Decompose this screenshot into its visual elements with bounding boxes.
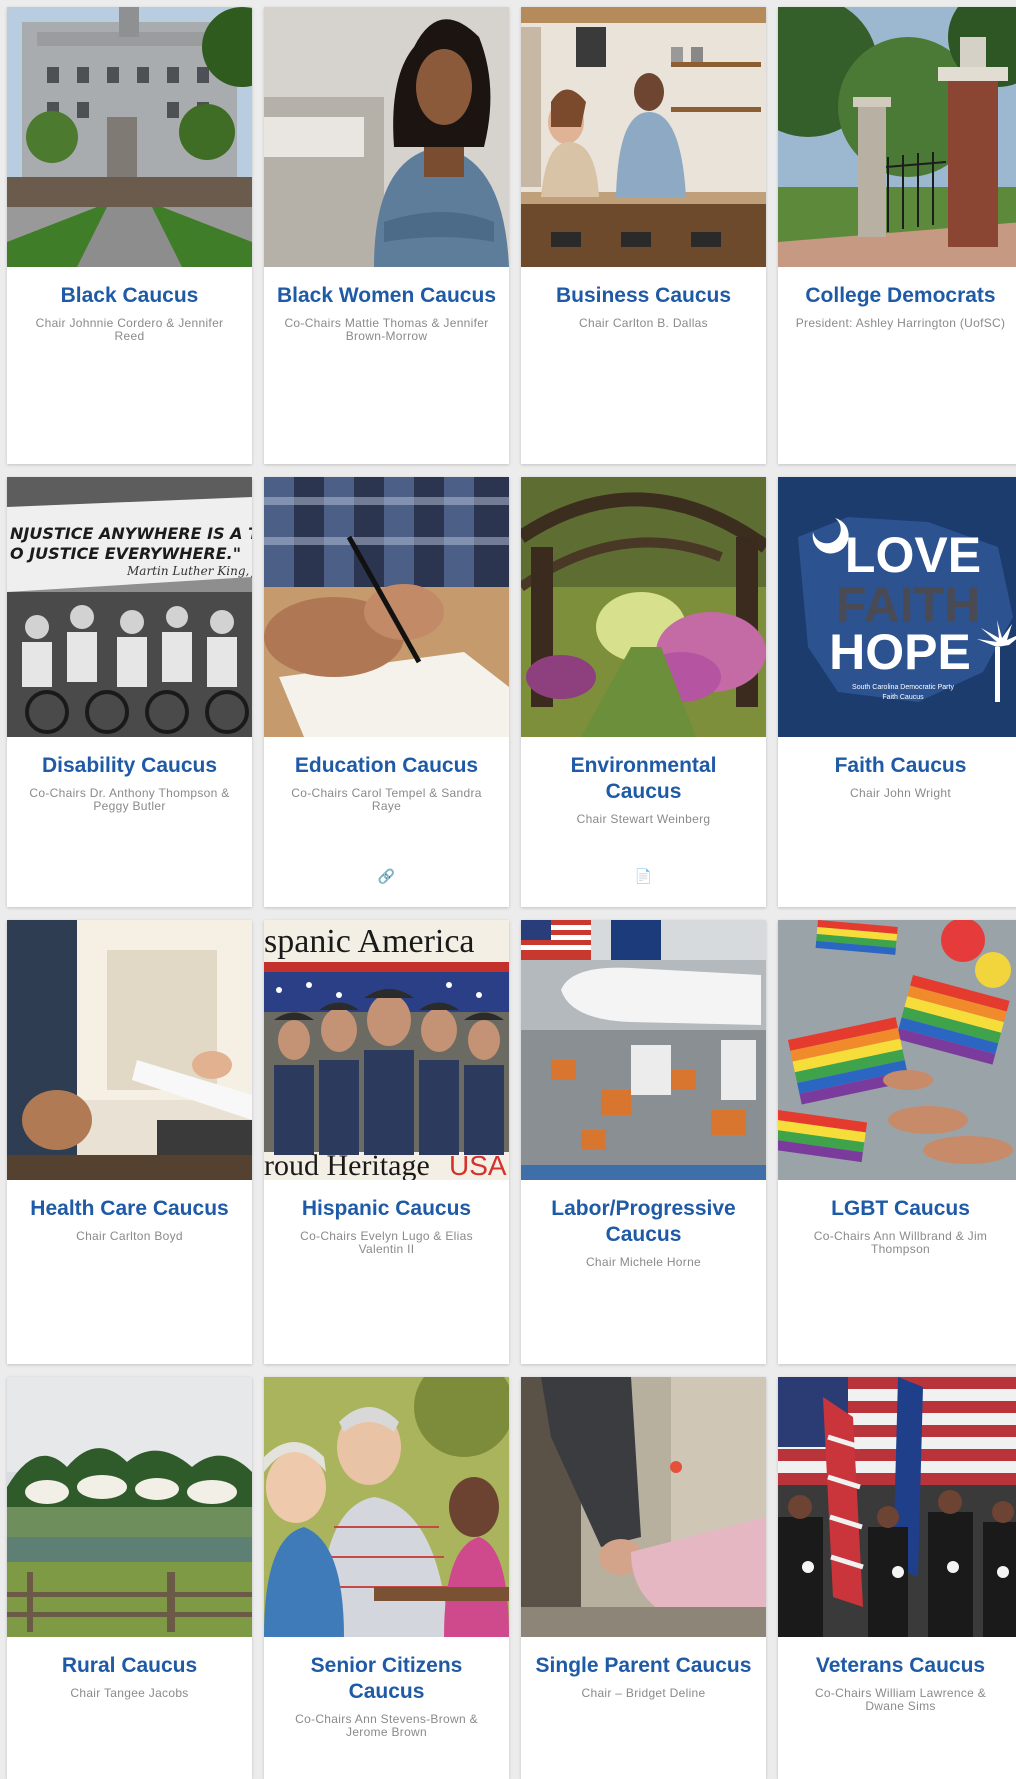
card-title[interactable]: Disability Caucus bbox=[17, 753, 242, 779]
card-title[interactable]: Education Caucus bbox=[274, 753, 499, 779]
stamp-bottom-text: roud Heritage bbox=[264, 1149, 430, 1180]
caucus-card[interactable]: spanic America roud Heritage USA Hispani… bbox=[264, 920, 509, 1364]
svg-text:NJUSTICE ANYWHERE IS A THREA: NJUSTICE ANYWHERE IS A THREA bbox=[10, 524, 252, 543]
svg-text:O JUSTICE EVERYWHERE.": O JUSTICE EVERYWHERE." bbox=[10, 544, 241, 563]
caucus-grid: Black Caucus Chair Johnnie Cordero & Jen… bbox=[0, 0, 1016, 1779]
caucus-card[interactable]: Senior Citizens Caucus Co-Chairs Ann Ste… bbox=[264, 1377, 509, 1779]
card-subtitle: Chair – Bridget Deline bbox=[581, 1686, 706, 1700]
rural-pond-photo bbox=[7, 1377, 252, 1637]
caucus-card[interactable]: Business Caucus Chair Carlton B. Dallas bbox=[521, 7, 766, 464]
hispanic-heritage-stamp: spanic America roud Heritage USA bbox=[264, 920, 509, 1180]
card-subtitle: Chair Carlton Boyd bbox=[76, 1229, 183, 1243]
card-subtitle: Co-Chairs Ann Stevens-Brown & Jerome Bro… bbox=[295, 1712, 478, 1739]
card-subtitle: Co-Chairs Carol Tempel & Sandra Raye bbox=[291, 786, 482, 813]
faith-caucus-logo: LOVE FAITH HOPE South Carolina Democrati… bbox=[778, 477, 1016, 737]
logo-hope-text: HOPE bbox=[829, 624, 971, 680]
caucus-card[interactable]: Black Women Caucus Co-Chairs Mattie Thom… bbox=[264, 7, 509, 464]
card-subtitle: Co-Chairs Dr. Anthony Thompson & Peggy B… bbox=[29, 786, 230, 813]
card-subtitle: Chair Johnnie Cordero & Jennifer Reed bbox=[35, 316, 224, 343]
card-title[interactable]: Faith Caucus bbox=[788, 753, 1013, 779]
card-title[interactable]: Labor/Progressive Caucus bbox=[531, 1196, 756, 1248]
caucus-card[interactable]: College Democrats President: Ashley Harr… bbox=[778, 7, 1016, 464]
caucus-card[interactable]: Rural Caucus Chair Tangee Jacobs bbox=[7, 1377, 252, 1779]
oak-alley-photo bbox=[521, 477, 766, 737]
state-house-photo bbox=[7, 7, 252, 267]
document-icon[interactable]: 📄 bbox=[521, 868, 766, 885]
card-subtitle: Co-Chairs Evelyn Lugo & Elias Valentin I… bbox=[300, 1229, 473, 1256]
logo-love-text: LOVE bbox=[845, 527, 981, 583]
pride-flags-photo bbox=[778, 920, 1016, 1180]
caucus-card[interactable]: Veterans Caucus Co-Chairs William Lawren… bbox=[778, 1377, 1016, 1779]
card-subtitle: Chair Tangee Jacobs bbox=[70, 1686, 189, 1700]
caucus-card[interactable]: Environmental Caucus Chair Stewart Weinb… bbox=[521, 477, 766, 907]
card-title[interactable]: Black Women Caucus bbox=[274, 283, 499, 309]
card-title[interactable]: Rural Caucus bbox=[17, 1653, 242, 1679]
stamp-top-text: spanic America bbox=[264, 923, 475, 960]
card-subtitle: Chair Carlton B. Dallas bbox=[579, 316, 708, 330]
card-subtitle: Chair Stewart Weinberg bbox=[576, 812, 711, 826]
card-title[interactable]: Veterans Caucus bbox=[788, 1653, 1013, 1679]
svg-text:Martin Luther King, Jr.: Martin Luther King, Jr. bbox=[126, 564, 252, 578]
health-consult-photo bbox=[7, 920, 252, 1180]
writing-notebook-photo bbox=[264, 477, 509, 737]
logo-line2: Faith Caucus bbox=[882, 694, 924, 701]
card-title[interactable]: Senior Citizens Caucus bbox=[274, 1653, 499, 1705]
card-subtitle: Co-Chairs Mattie Thomas & Jennifer Brown… bbox=[284, 316, 489, 343]
card-title[interactable]: LGBT Caucus bbox=[788, 1196, 1013, 1222]
card-subtitle: President: Ashley Harrington (UofSC) bbox=[795, 316, 1006, 330]
link-icon[interactable]: 🔗 bbox=[264, 868, 509, 885]
woman-portrait-photo bbox=[264, 7, 509, 267]
logo-line1: South Carolina Democratic Party bbox=[852, 684, 954, 691]
card-title[interactable]: Business Caucus bbox=[531, 283, 756, 309]
card-title[interactable]: Black Caucus bbox=[17, 283, 242, 309]
card-title[interactable]: Hispanic Caucus bbox=[274, 1196, 499, 1222]
caucus-card[interactable]: Single Parent Caucus Chair – Bridget Del… bbox=[521, 1377, 766, 1779]
civil-rights-march-photo: NJUSTICE ANYWHERE IS A THREA O JUSTICE E… bbox=[7, 477, 252, 737]
caucus-card[interactable]: Education Caucus Co-Chairs Carol Tempel … bbox=[264, 477, 509, 907]
caucus-card[interactable]: LOVE FAITH HOPE South Carolina Democrati… bbox=[778, 477, 1016, 907]
aircraft-factory-photo bbox=[521, 920, 766, 1180]
card-subtitle: Chair John Wright bbox=[850, 786, 951, 800]
card-title[interactable]: Environmental Caucus bbox=[531, 753, 756, 805]
card-subtitle: Chair Michele Horne bbox=[585, 1255, 702, 1269]
caucus-card[interactable]: Health Care Caucus Chair Carlton Boyd bbox=[7, 920, 252, 1364]
coffee-shop-owners-photo bbox=[521, 7, 766, 267]
veterans-flags-photo bbox=[778, 1377, 1016, 1637]
seniors-photo bbox=[264, 1377, 509, 1637]
card-title[interactable]: Single Parent Caucus bbox=[531, 1653, 756, 1679]
card-title[interactable]: Health Care Caucus bbox=[17, 1196, 242, 1222]
caucus-card[interactable]: Black Caucus Chair Johnnie Cordero & Jen… bbox=[7, 7, 252, 464]
card-title[interactable]: College Democrats bbox=[788, 283, 1013, 309]
caucus-card[interactable]: NJUSTICE ANYWHERE IS A THREA O JUSTICE E… bbox=[7, 477, 252, 907]
caucus-card[interactable]: Labor/Progressive Caucus Chair Michele H… bbox=[521, 920, 766, 1364]
card-subtitle: Co-Chairs Ann Willbrand & Jim Thompson bbox=[813, 1229, 988, 1256]
stamp-usa-text: USA bbox=[449, 1150, 507, 1180]
card-subtitle: Co-Chairs William Lawrence & Dwane Sims bbox=[814, 1686, 987, 1713]
parent-child-photo bbox=[521, 1377, 766, 1637]
campus-gate-photo bbox=[778, 7, 1016, 267]
caucus-card[interactable]: LGBT Caucus Co-Chairs Ann Willbrand & Ji… bbox=[778, 920, 1016, 1364]
